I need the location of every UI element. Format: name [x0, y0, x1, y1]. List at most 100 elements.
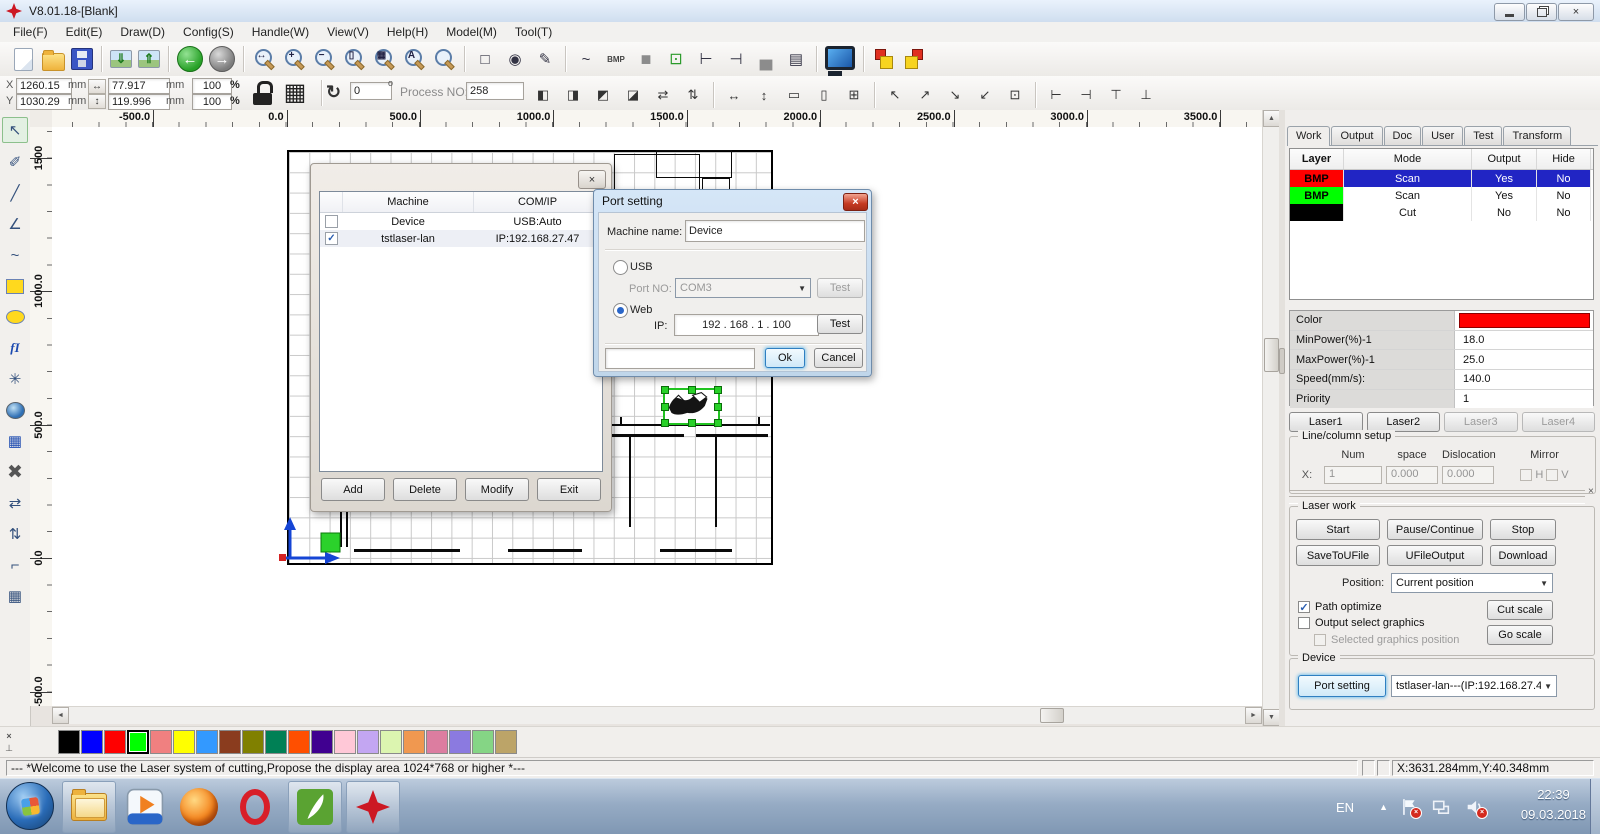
taskbar-explorer-button[interactable] [62, 781, 116, 833]
palette-swatch[interactable] [265, 730, 287, 754]
horizontal-scrollbar[interactable]: ◄ ► [52, 706, 1262, 724]
palette-swatch[interactable] [127, 730, 149, 754]
space-field[interactable]: 0.000 [1386, 466, 1438, 484]
point-tool-icon[interactable]: ✳ [3, 367, 27, 391]
selected-graphics-checkbox[interactable] [1314, 634, 1326, 646]
modify-button[interactable]: Modify [465, 478, 529, 501]
camera-tool-icon[interactable] [3, 398, 27, 422]
mirror-v-checkbox[interactable] [1546, 469, 1559, 481]
zoom-grid-icon[interactable]: ▦ [372, 47, 396, 71]
anchor-bottom-left-icon[interactable]: ↙ [974, 84, 996, 106]
palette-swatch[interactable] [219, 730, 241, 754]
head-right-icon[interactable]: ⊣ [1075, 84, 1097, 106]
palette-swatch[interactable] [242, 730, 264, 754]
device-combo[interactable]: tstlaser-lan---(IP:192.168.27.4 ▼ [1391, 675, 1557, 697]
palette-swatch[interactable] [104, 730, 126, 754]
process-no-field[interactable]: 258 [466, 82, 524, 100]
palette-swatch[interactable] [334, 730, 356, 754]
align-horizontal-icon[interactable]: ▭ [783, 84, 805, 106]
property-row[interactable]: MaxPower(%)-1 25.0 [1290, 350, 1593, 371]
menu-item-help[interactable]: Help(H) [378, 22, 437, 42]
zoom-all-icon[interactable]: A [402, 47, 426, 71]
offset-tool-icon[interactable]: ⌐ [3, 553, 27, 577]
curve-icon[interactable]: ~ [574, 47, 598, 71]
palette-swatch[interactable] [426, 730, 448, 754]
head-bottom-icon[interactable]: ⊥ [1135, 84, 1157, 106]
zoom-in-icon[interactable]: + [282, 47, 306, 71]
zoom-pan-icon[interactable]: ↔ [252, 47, 276, 71]
redo-icon[interactable]: → [209, 46, 235, 72]
new-file-icon[interactable] [14, 47, 33, 71]
web-test-button[interactable]: Test [817, 314, 863, 334]
laser4-button[interactable]: Laser4 [1521, 412, 1595, 432]
dialog-close-icon[interactable]: × [843, 193, 868, 211]
ip-field[interactable]: 192 . 168 . 1 . 100 [674, 314, 819, 336]
layer-color-swatch[interactable] [1459, 312, 1590, 328]
scroll-down-icon[interactable]: ▼ [1263, 709, 1280, 726]
palette-close-icon[interactable]: × [3, 731, 15, 741]
node-edit-tool-icon[interactable]: ✐ [3, 150, 27, 174]
menu-item-draw[interactable]: Draw(D) [111, 22, 174, 42]
action-center-icon[interactable]: × [1396, 779, 1422, 834]
pen-edit-icon[interactable]: ✎ [533, 47, 557, 71]
selection-handle[interactable] [714, 419, 722, 427]
web-radio[interactable] [613, 303, 628, 318]
fill-rect-icon[interactable]: ■ [634, 47, 658, 71]
palette-swatch[interactable] [380, 730, 402, 754]
palette-swatch[interactable] [58, 730, 80, 754]
menu-item-tool[interactable]: Tool(T) [506, 22, 561, 42]
selection-handle[interactable] [714, 402, 722, 411]
position-combo[interactable]: Current position ▼ [1391, 573, 1553, 593]
path-optimize-checkbox[interactable]: ✓ [1298, 601, 1310, 614]
line-tool-icon[interactable]: ╱ [3, 181, 27, 205]
machine-row[interactable]: ✓ tstlaser-lan IP:192.168.27.47 [320, 230, 602, 247]
mirror-left-icon[interactable]: ◧ [532, 84, 554, 106]
savetoufile-button[interactable]: SaveToUFile [1296, 545, 1380, 566]
selected-graphics-option[interactable]: Selected graphics position [1314, 634, 1459, 646]
mirror-right-icon[interactable]: ◨ [562, 84, 584, 106]
array-tool-icon[interactable]: ▦ [3, 584, 27, 608]
num-field[interactable]: 1 [1324, 466, 1382, 484]
menu-item-edit[interactable]: Edit(E) [57, 22, 112, 42]
head-left-icon[interactable]: ⊢ [1045, 84, 1067, 106]
property-row[interactable]: Color [1290, 311, 1593, 331]
group-icon[interactable] [872, 47, 896, 71]
mirror-top-icon[interactable]: ◩ [592, 84, 614, 106]
size-width-icon[interactable]: ⊢ [694, 47, 718, 71]
ellipse-tool-icon[interactable] [3, 305, 27, 329]
rotate-angle-field[interactable]: 0 [350, 82, 392, 100]
selection-handle[interactable] [687, 386, 696, 394]
language-indicator[interactable]: EN [1336, 779, 1354, 834]
open-file-icon[interactable] [42, 49, 65, 71]
palette-swatch[interactable] [288, 730, 310, 754]
layer-row[interactable]: BMP Scan Yes No [1290, 187, 1593, 204]
tab-output[interactable]: Output [1331, 126, 1383, 145]
rotate-node-icon[interactable]: ◉ [503, 47, 527, 71]
delete-tool-icon[interactable]: ✖ [3, 460, 27, 484]
mirror-v-tool-icon[interactable]: ⇅ [3, 522, 27, 546]
show-desktop-button[interactable] [1590, 779, 1600, 834]
same-width-icon[interactable]: ↔ [723, 84, 745, 106]
lock-ratio-icon[interactable] [250, 80, 276, 106]
start-button[interactable]: Start [1296, 519, 1380, 540]
property-row[interactable]: Speed(mm/s): 140.0 [1290, 370, 1593, 390]
output-select-checkbox[interactable] [1298, 617, 1310, 629]
restore-button[interactable] [1526, 3, 1557, 21]
size-height-icon[interactable]: ⊣ [724, 47, 748, 71]
taskbar-firefox-button[interactable] [176, 781, 222, 833]
width-field[interactable]: 77.917 [108, 78, 170, 94]
machine-name-field[interactable]: Device [685, 220, 865, 242]
tab-doc[interactable]: Doc [1383, 126, 1422, 145]
tab-test[interactable]: Test [1464, 126, 1503, 145]
usb-radio[interactable] [613, 260, 628, 275]
export-image-icon[interactable]: ⇑ [138, 50, 160, 68]
machine-checkbox[interactable]: ✓ [325, 232, 338, 245]
download-button[interactable]: Download [1490, 545, 1556, 566]
palette-swatch[interactable] [403, 730, 425, 754]
height-field[interactable]: 119.996 [108, 94, 170, 110]
mirror-h-checkbox[interactable] [1520, 469, 1533, 481]
layer-row[interactable]: BMP Scan Yes No [1290, 170, 1593, 187]
mirror-h-tool-icon[interactable]: ⇄ [3, 491, 27, 515]
rect-tool-icon[interactable] [3, 274, 27, 298]
palette-swatch[interactable] [495, 730, 517, 754]
